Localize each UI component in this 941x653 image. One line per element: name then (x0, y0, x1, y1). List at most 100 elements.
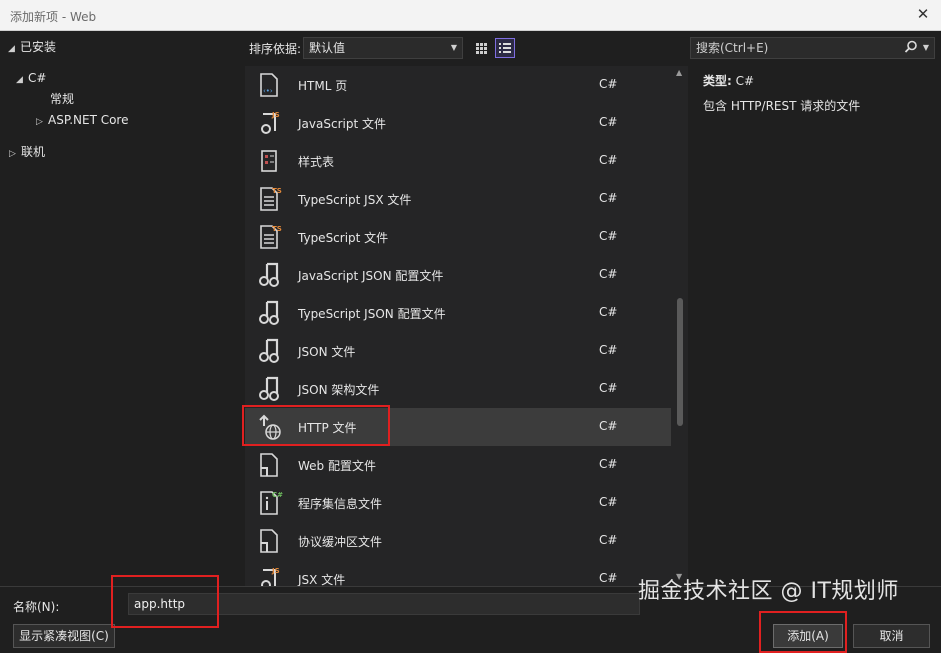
tree-item-online[interactable]: ▷ 联机 (9, 142, 45, 162)
svg-text:‹•›: ‹•› (263, 87, 273, 95)
http-file-icon (259, 414, 281, 440)
svg-text:TS: TS (272, 225, 282, 233)
tree-item-aspnet-core[interactable]: ▷ ASP.NET Core (36, 110, 128, 130)
list-item[interactable]: Web 配置文件 C# (245, 446, 671, 484)
list-item-name: JSON 文件 (298, 345, 356, 359)
sort-label: 排序依据: (249, 42, 302, 56)
list-item-name: 协议缓冲区文件 (298, 535, 383, 549)
protobuf-file-icon (260, 529, 278, 553)
tree-item-general[interactable]: 常规 (50, 89, 74, 109)
detail-type: 类型: C# (703, 72, 754, 89)
stylesheet-icon (261, 150, 277, 172)
list-item-language: C# (599, 381, 618, 395)
typescript-file-icon: TS (260, 225, 282, 249)
list-item[interactable]: C# 程序集信息文件 C# (245, 484, 671, 522)
type-value: C# (735, 74, 755, 88)
small-icons-view-button[interactable] (471, 38, 491, 58)
list-item[interactable]: JS JSX 文件 C# (245, 560, 671, 586)
compact-view-button[interactable]: 显示紧凑视图(C) (13, 624, 115, 648)
tree-item-label: 常规 (50, 92, 75, 106)
collapsed-arrow-icon[interactable]: ▷ (36, 112, 48, 132)
type-label: 类型: (703, 74, 732, 88)
web-config-icon (260, 453, 278, 477)
json-config-icon (259, 262, 279, 287)
name-label: 名称(N): (13, 600, 60, 614)
list-item-language: C# (599, 267, 618, 281)
vertical-scrollbar[interactable]: ▲ ▼ (672, 66, 688, 586)
search-options-chevron-icon[interactable]: ▼ (923, 38, 929, 58)
list-item[interactable]: TypeScript JSON 配置文件 C# (245, 294, 671, 332)
expanded-arrow-icon[interactable]: ◢ (16, 70, 28, 90)
add-button[interactable]: 添加(A) (773, 624, 843, 648)
list-item-name: HTTP 文件 (298, 421, 357, 435)
list-item-language: C# (599, 115, 618, 129)
json-schema-icon (259, 376, 279, 401)
list-item-name: JSX 文件 (298, 573, 346, 586)
file-name-input[interactable]: app.http (128, 593, 640, 615)
list-item-name: JavaScript 文件 (298, 117, 386, 131)
tree-item-csharp[interactable]: ◢ C# (16, 68, 46, 88)
list-item-language: C# (599, 571, 618, 585)
svg-text:TS: TS (272, 187, 282, 195)
list-item-language: C# (599, 77, 618, 91)
sort-value: 默认值 (309, 41, 346, 55)
javascript-file-icon: JS (261, 111, 280, 134)
list-item-name: 样式表 (298, 155, 335, 169)
close-icon[interactable]: ✕ (915, 6, 931, 22)
tree-item-label: C# (28, 71, 47, 85)
list-item-language: C# (599, 229, 618, 243)
list-item-name: JavaScript JSON 配置文件 (298, 269, 444, 283)
search-input[interactable]: 搜索(Ctrl+E) ▼ (690, 37, 935, 59)
list-item[interactable]: TS TypeScript 文件 C# (245, 218, 671, 256)
expanded-arrow-icon[interactable]: ◢ (8, 39, 20, 59)
chevron-down-icon: ▼ (450, 43, 457, 52)
scrollbar-thumb[interactable] (677, 298, 683, 426)
list-item-language: C# (599, 153, 618, 167)
list-item[interactable]: 样式表 C# (245, 142, 671, 180)
list-item[interactable]: HTTP 文件 C# (245, 408, 671, 446)
assembly-info-icon: C# (260, 491, 283, 515)
svg-text:JS: JS (271, 567, 280, 575)
collapsed-arrow-icon[interactable]: ▷ (9, 144, 21, 164)
list-item-name: TypeScript JSX 文件 (298, 193, 412, 207)
detail-description: 包含 HTTP/REST 请求的文件 (703, 99, 861, 113)
watermark-text: 掘金技术社区 @ IT规划师 (638, 579, 899, 604)
list-item[interactable]: TS TypeScript JSX 文件 C# (245, 180, 671, 218)
list-item[interactable]: JSON 文件 C# (245, 332, 671, 370)
sort-dropdown[interactable]: 默认值 ▼ (303, 37, 463, 59)
cancel-button[interactable]: 取消 (853, 624, 930, 648)
list-item[interactable]: JS JavaScript 文件 C# (245, 104, 671, 142)
list-item[interactable]: JavaScript JSON 配置文件 C# (245, 256, 671, 294)
dialog-body: ◢ 已安装 ◢ C# 常规 ▷ ASP.NET Core ▷ 联机 排序依据: 默认值 … (0, 31, 941, 653)
typescript-jsx-file-icon: TS (260, 187, 282, 211)
list-item-language: C# (599, 343, 618, 357)
tree-item-installed[interactable]: ◢ 已安装 (8, 37, 56, 57)
title-bar: 添加新项 - Web ✕ (0, 0, 941, 31)
template-category-tree: ◢ 已安装 ◢ C# 常规 ▷ ASP.NET Core ▷ 联机 (0, 31, 240, 586)
search-placeholder: 搜索(Ctrl+E) (696, 41, 769, 55)
tree-item-label: 联机 (21, 145, 46, 159)
list-item-name: JSON 架构文件 (298, 383, 380, 397)
list-item[interactable]: 协议缓冲区文件 C# (245, 522, 671, 560)
list-item-language: C# (599, 533, 618, 547)
list-item-name: TypeScript 文件 (298, 231, 389, 245)
grid-icon (476, 43, 487, 54)
json-file-icon (259, 338, 279, 363)
list-item-name: Web 配置文件 (298, 459, 376, 473)
list-view-button[interactable] (495, 38, 515, 58)
template-list: ‹•› HTML 页 C# JS JavaScript 文件 C# 样式表 C# TS TypeS… (245, 66, 688, 586)
json-config-icon (259, 300, 279, 325)
list-item-language: C# (599, 419, 618, 433)
tree-item-label: ASP.NET Core (48, 113, 129, 127)
svg-text:JS: JS (271, 111, 280, 119)
scroll-up-arrow-icon[interactable]: ▲ (676, 68, 682, 77)
list-item-language: C# (599, 495, 618, 509)
list-item-name: TypeScript JSON 配置文件 (298, 307, 446, 321)
list-item-language: C# (599, 305, 618, 319)
list-item-name: 程序集信息文件 (298, 497, 383, 511)
html-page-icon: ‹•› (260, 73, 278, 97)
search-icon[interactable] (904, 40, 918, 54)
list-item[interactable]: JSON 架构文件 C# (245, 370, 671, 408)
list-item[interactable]: ‹•› HTML 页 C# (245, 66, 671, 104)
list-item-name: HTML 页 (298, 79, 348, 93)
